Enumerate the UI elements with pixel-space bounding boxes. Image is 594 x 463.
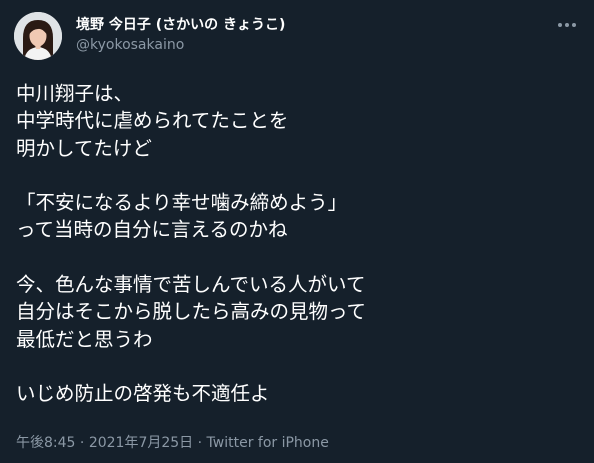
tweet-line: 自分はそこから脱したら高みの見物って [16, 300, 367, 324]
tweet-line: って当時の自分に言えるのかね [16, 218, 288, 242]
tweet-line: いじめ防止の啓発も不適任よ [16, 382, 270, 406]
tweet-line: 「不安になるより幸せ噛み締めよう」 [16, 191, 348, 215]
tweet-line: 今、色んな事情で苦しんでいる人がいて [16, 273, 366, 297]
avatar-image [14, 12, 62, 60]
tweet-line: 中川翔子は、 [16, 82, 134, 105]
tweet-source[interactable]: Twitter for iPhone [207, 435, 329, 451]
tweet-text: 中川翔子は、 中学時代に虐められてたことを 明かしてたけど 「不安になるより幸せ… [16, 80, 576, 408]
meta-separator: · [193, 435, 207, 451]
tweet-line: 最低だと思うわ [16, 327, 153, 351]
display-name[interactable]: 境野 今日子 (さかいの きょうこ) [76, 14, 285, 34]
tweet-line: 明かしてたけど [16, 136, 152, 160]
tweet-line: 中学時代に虐められてたことを [16, 109, 289, 133]
tweet-date[interactable]: 2021年7月25日 [89, 435, 193, 451]
avatar[interactable] [14, 12, 62, 60]
user-handle[interactable]: @kyokosakaino [76, 37, 285, 53]
meta-separator: · [75, 435, 89, 451]
tweet-card: 境野 今日子 (さかいの きょうこ) @kyokosakaino 中川翔子は、 … [0, 0, 594, 463]
more-options-button[interactable] [556, 14, 578, 36]
tweet-time[interactable]: 午後8:45 [16, 435, 75, 451]
user-info: 境野 今日子 (さかいの きょうこ) @kyokosakaino [76, 14, 285, 53]
tweet-meta: 午後8:45 · 2021年7月25日 · Twitter for iPhone [16, 432, 329, 452]
more-dots-icon [558, 23, 576, 27]
